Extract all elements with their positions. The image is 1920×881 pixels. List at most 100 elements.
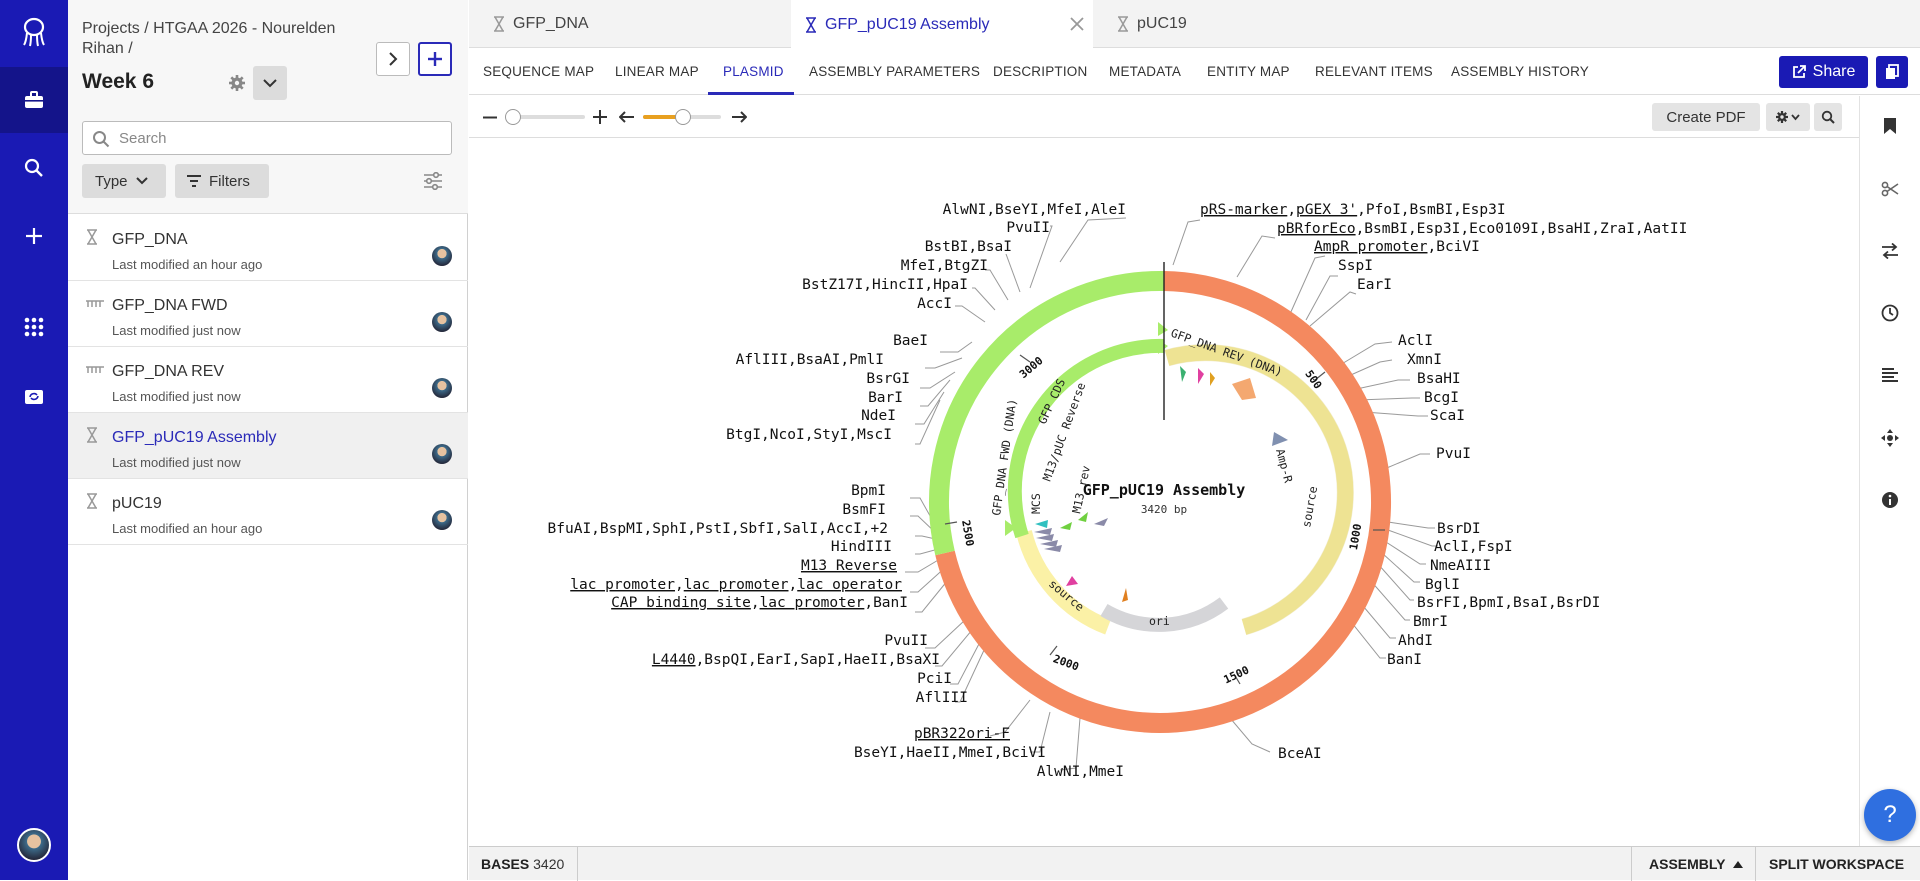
tab-sequence-map[interactable]: SEQUENCE MAP	[483, 64, 594, 79]
site-label[interactable]: BsrDI	[1437, 521, 1481, 537]
add-item-plus-icon[interactable]	[418, 42, 452, 76]
site-label[interactable]: NdeI	[861, 408, 896, 424]
site-label[interactable]: BsmFI	[842, 502, 886, 518]
rotation-slider-handle[interactable]	[675, 109, 691, 125]
site-label[interactable]: AhdI	[1398, 633, 1433, 649]
copy-button[interactable]	[1876, 56, 1908, 88]
site-label[interactable]: pRS-marker	[1200, 202, 1288, 218]
site-label[interactable]: BstZ17I,HincII,HpaI	[802, 277, 968, 293]
site-label[interactable]: ,BspQI,EarI,SapI,HaeII,BsaXI	[696, 652, 940, 668]
help-question-icon[interactable]: ?	[1864, 789, 1916, 841]
site-label[interactable]: pBRforEco	[1277, 221, 1356, 237]
site-label[interactable]: lac operator	[797, 577, 902, 593]
history-clock-icon[interactable]	[1878, 301, 1902, 325]
site-label[interactable]: pGEX 3'	[1296, 202, 1357, 218]
tab-relevant-items[interactable]: RELEVANT ITEMS	[1315, 64, 1433, 79]
site-label[interactable]: AflIII,BsaAI,PmlI	[736, 352, 884, 368]
folder-settings-gear-icon[interactable]	[226, 72, 248, 94]
site-label[interactable]: ,BsmBI,Esp3I,Eco0109I,BsaHI,ZraI,AatII	[1356, 221, 1688, 237]
assembly-panel-toggle[interactable]: ASSEMBLY	[1649, 856, 1743, 872]
move-crosshair-icon[interactable]	[1878, 426, 1902, 450]
site-label[interactable]: BcgI	[1424, 390, 1459, 406]
breadcrumb[interactable]: Projects / HTGAA 2026 - Nourelden Rihan …	[82, 19, 352, 59]
tab-assembly-history[interactable]: ASSEMBLY HISTORY	[1451, 64, 1589, 79]
swap-arrows-icon[interactable]	[1878, 239, 1902, 263]
rotate-right-arrow-icon[interactable]	[731, 111, 747, 123]
create-pdf-button[interactable]: Create PDF	[1652, 103, 1760, 131]
list-item[interactable]: pUC19 Last modified an hour ago	[68, 479, 468, 545]
tab-assembly-parameters[interactable]: ASSEMBLY PARAMETERS	[809, 64, 980, 79]
align-text-icon[interactable]	[1878, 363, 1902, 387]
site-label[interactable]: AflIII	[916, 690, 968, 706]
site-label[interactable]: NmeAIII	[1430, 558, 1491, 574]
site-label[interactable]: ,BciVI	[1428, 239, 1480, 255]
scissors-icon[interactable]	[1878, 177, 1902, 201]
sliders-settings-icon[interactable]	[422, 170, 444, 192]
site-label[interactable]: BpmI	[851, 483, 886, 499]
site-label[interactable]: BsrGI	[866, 371, 910, 387]
site-label[interactable]: BglI	[1425, 577, 1460, 593]
info-icon[interactable]	[1878, 488, 1902, 512]
tab-gfp-dna[interactable]: GFP_DNA	[493, 0, 773, 48]
type-dropdown[interactable]: Type	[82, 164, 166, 198]
user-avatar[interactable]	[0, 823, 68, 867]
site-label[interactable]: M13 Reverse	[801, 558, 897, 574]
zoom-in-plus-icon[interactable]	[593, 110, 607, 124]
folder-menu-chevron-down-icon[interactable]	[253, 66, 287, 100]
tab-gfp-puc19-assembly[interactable]: GFP_pUC19 Assembly	[791, 0, 1093, 49]
site-label[interactable]: AlwNI,BseYI,MfeI,AleI	[943, 202, 1126, 218]
map-settings-gear-icon[interactable]	[1766, 103, 1810, 131]
zoom-out-minus-icon[interactable]	[483, 116, 497, 119]
source-feature-bottom[interactable]	[1016, 529, 1111, 635]
list-item[interactable]: GFP_DNA FWD Last modified just now	[68, 281, 468, 347]
close-icon[interactable]	[1070, 17, 1084, 31]
site-label[interactable]: AlwNI,MmeI	[1037, 764, 1124, 780]
site-label[interactable]: BaeI	[893, 333, 928, 349]
site-label[interactable]: PvuI	[1436, 446, 1471, 462]
plasmid-map[interactable]: 500 1000 1500 2000 2500 3000 GFP_DNA REV…	[469, 139, 1859, 846]
site-label[interactable]: ScaI	[1430, 408, 1465, 424]
site-label[interactable]: PciI	[917, 671, 952, 687]
site-label[interactable]: ,BanI	[864, 595, 908, 611]
site-label[interactable]: lac promoter	[570, 577, 675, 593]
bookmark-icon[interactable]	[1878, 114, 1902, 138]
site-label[interactable]: lac promoter	[760, 595, 865, 611]
site-label[interactable]: PvuII	[1006, 220, 1050, 236]
site-label[interactable]: L4440	[652, 652, 696, 668]
tab-puc19[interactable]: pUC19	[1117, 0, 1317, 48]
site-label[interactable]: SspI	[1338, 258, 1373, 274]
list-item[interactable]: GFP_pUC19 Assembly Last modified just no…	[68, 413, 468, 479]
app-logo-icon[interactable]	[0, 10, 68, 54]
list-item[interactable]: GFP_DNA REV Last modified just now	[68, 347, 468, 413]
site-label[interactable]: BsaHI	[1417, 371, 1461, 387]
site-label[interactable]: BsrFI,BpmI,BsaI,BsrDI	[1417, 595, 1600, 611]
site-label[interactable]: BfuAI,BspMI,SphI,PstI,SbfI,SalI,AccI,+2	[548, 521, 888, 537]
site-label[interactable]: BtgI,NcoI,StyI,MscI	[726, 427, 892, 443]
expand-chevron-right-icon[interactable]	[376, 42, 410, 76]
tab-linear-map[interactable]: LINEAR MAP	[615, 64, 699, 79]
tab-metadata[interactable]: METADATA	[1109, 64, 1181, 79]
search-input[interactable]: Search	[82, 121, 452, 155]
site-label[interactable]: AmpR promoter	[1314, 239, 1428, 255]
site-label[interactable]: MfeI,BtgZI	[901, 258, 988, 274]
rotate-left-arrow-icon[interactable]	[619, 111, 635, 123]
site-label[interactable]: AccI	[917, 296, 952, 312]
split-workspace-button[interactable]: SPLIT WORKSPACE	[1769, 856, 1904, 872]
tab-plasmid[interactable]: PLASMID	[723, 64, 784, 79]
filters-button[interactable]: Filters	[175, 164, 269, 198]
site-label[interactable]: BanI	[1387, 652, 1422, 668]
map-search-icon[interactable]	[1814, 103, 1842, 131]
zoom-slider-handle[interactable]	[505, 109, 521, 125]
site-label[interactable]: BmrI	[1413, 614, 1448, 630]
create-plus-icon[interactable]	[0, 214, 68, 258]
site-label[interactable]: AclI,FspI	[1434, 539, 1513, 555]
share-button[interactable]: Share	[1779, 56, 1868, 88]
site-label[interactable]: BseYI,HaeII,MmeI,BciVI	[854, 745, 1046, 761]
site-label[interactable]: PvuII	[884, 633, 928, 649]
site-label[interactable]: pBR322ori-F	[914, 726, 1010, 742]
projects-briefcase-icon[interactable]	[0, 67, 68, 133]
site-label[interactable]: XmnI	[1407, 352, 1442, 368]
site-label[interactable]: AclI	[1398, 333, 1433, 349]
site-label[interactable]: BarI	[868, 390, 903, 406]
search-icon[interactable]	[0, 146, 68, 190]
